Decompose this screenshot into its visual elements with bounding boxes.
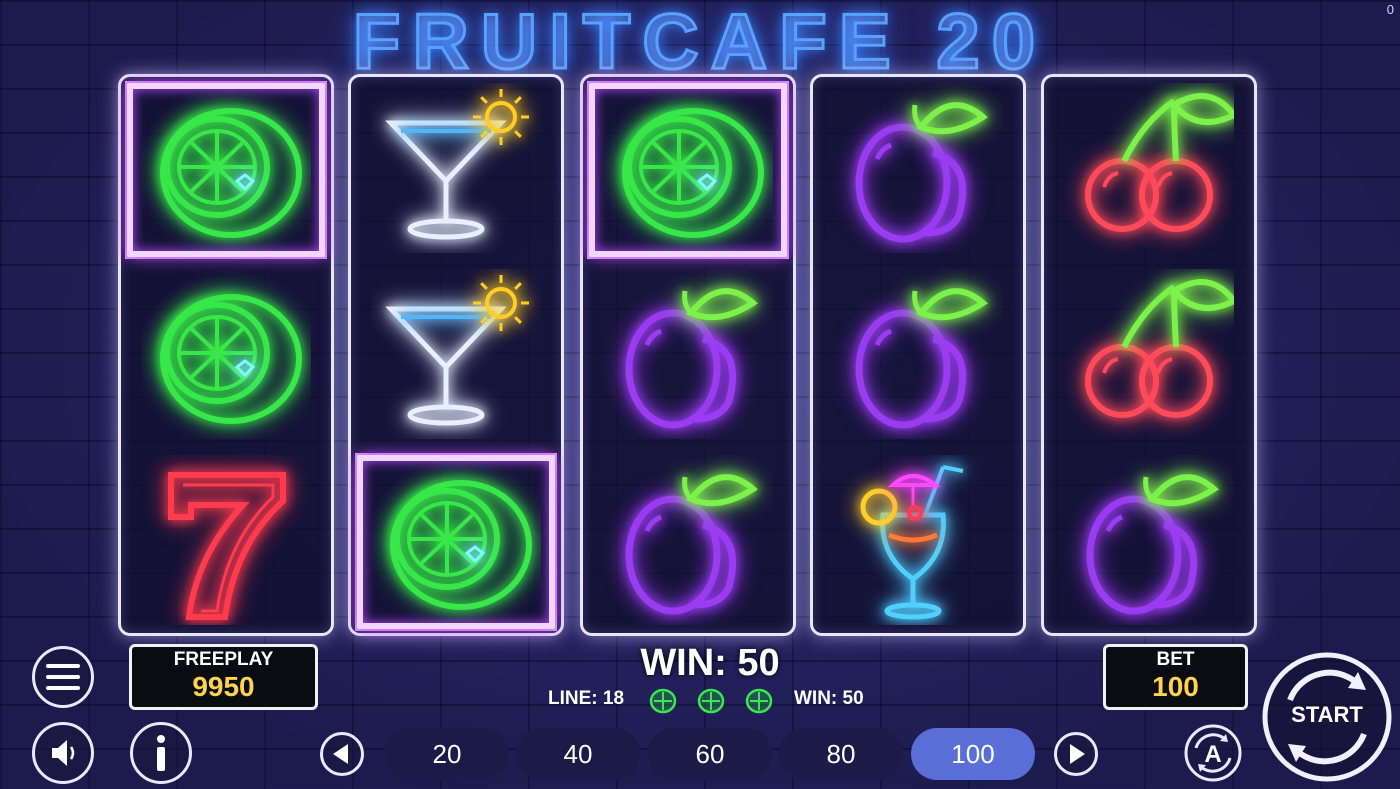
autoplay-letter: A — [1204, 741, 1221, 768]
speaker-icon — [52, 740, 75, 766]
line-win-label: WIN: 50 — [794, 688, 864, 709]
line-label: LINE: 18 — [548, 688, 625, 709]
reel-3 — [580, 74, 796, 636]
info-button[interactable] — [130, 722, 192, 784]
plum-symbol — [583, 449, 793, 635]
reel-1 — [118, 74, 334, 636]
reel-5 — [1041, 74, 1257, 636]
martini-symbol — [351, 263, 561, 449]
cherry-symbol — [1044, 263, 1254, 449]
plum-icon — [1064, 455, 1234, 630]
bet-next-button[interactable] — [1054, 732, 1098, 776]
freeplay-value: 9950 — [192, 671, 255, 702]
plum-icon — [603, 455, 773, 630]
game-title: FRUITCAFE 20 — [351, 0, 1048, 85]
bet-option-60[interactable]: 60 — [648, 728, 772, 780]
plum-symbol — [813, 77, 1023, 263]
cherry-symbol — [1044, 77, 1254, 263]
martini-icon — [371, 83, 541, 258]
menu-button[interactable] — [32, 646, 94, 708]
lime-symbol — [121, 77, 331, 263]
lime-symbol — [351, 449, 561, 635]
cocktail-icon — [833, 455, 1003, 630]
bet-value: 100 — [1152, 671, 1199, 702]
autoplay-icon: A — [1184, 724, 1242, 782]
plum-symbol — [583, 263, 793, 449]
autoplay-button[interactable]: A — [1182, 722, 1244, 784]
plum-icon — [603, 269, 773, 444]
lime-symbol — [583, 77, 793, 263]
cherry-icon — [1064, 83, 1239, 258]
info-icon — [157, 735, 165, 771]
bet-option-40[interactable]: 40 — [516, 728, 640, 780]
arrow-left-icon — [333, 744, 348, 764]
arrow-right-icon — [1070, 744, 1085, 764]
plum-symbol — [813, 263, 1023, 449]
lime-mini-icon — [696, 686, 726, 716]
lime-icon — [141, 83, 311, 258]
freeplay-label: FREEPLAY — [173, 649, 274, 670]
sound-button[interactable] — [32, 722, 94, 784]
plum-icon — [833, 269, 1003, 444]
bet-box: BET 100 — [1103, 644, 1248, 710]
martini-symbol — [351, 77, 561, 263]
bet-option-80[interactable]: 80 — [779, 728, 903, 780]
reel-4 — [810, 74, 1026, 636]
freeplay-box: FREEPLAY 9950 — [129, 644, 318, 710]
martini-icon — [371, 269, 541, 444]
hamburger-icon — [46, 664, 80, 690]
lime-icon — [371, 455, 541, 630]
reel-2 — [348, 74, 564, 636]
lime-mini-icon — [744, 686, 774, 716]
bet-option-100[interactable]: 100 — [911, 728, 1035, 780]
win-display: WIN: 50 — [640, 642, 780, 684]
lime-mini-icon — [648, 686, 678, 716]
lime-symbol — [121, 263, 331, 449]
start-label: START — [1291, 702, 1363, 727]
seven-icon — [141, 455, 311, 630]
plum-icon — [833, 83, 1003, 258]
bet-option-20[interactable]: 20 — [385, 728, 509, 780]
cocktail-symbol — [813, 449, 1023, 635]
lime-icon — [141, 269, 311, 444]
start-button[interactable]: START — [1260, 650, 1394, 784]
lime-icon — [603, 83, 773, 258]
bet-label: BET — [1156, 649, 1195, 670]
bet-prev-button[interactable] — [320, 732, 364, 776]
seven-symbol — [121, 449, 331, 635]
cherry-icon — [1064, 269, 1239, 444]
plum-symbol — [1044, 449, 1254, 635]
